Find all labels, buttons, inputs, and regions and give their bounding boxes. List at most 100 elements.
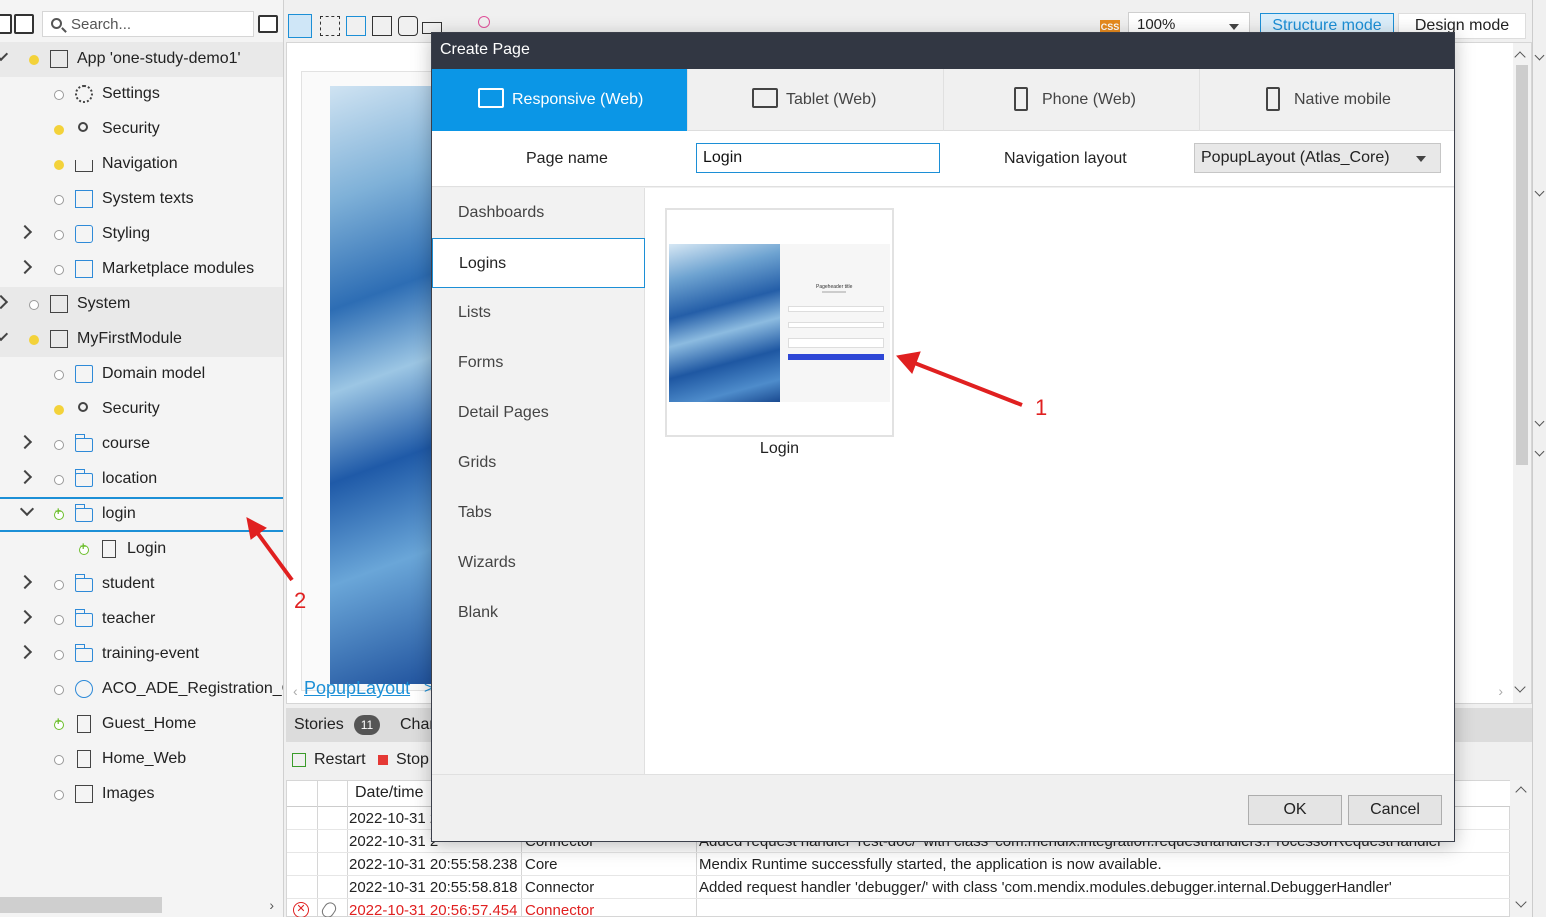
template-card-login[interactable]: Pageheader title — [665, 208, 894, 437]
thumbnail-subtitle-line — [822, 291, 846, 293]
category-detail-pages[interactable]: Detail Pages — [432, 388, 645, 438]
category-logins[interactable]: Logins — [432, 238, 645, 288]
chevron-right-icon[interactable] — [17, 434, 33, 450]
chevron-right-icon[interactable] — [17, 224, 33, 240]
data-view-icon[interactable] — [372, 16, 392, 36]
tree-item-student[interactable]: student — [0, 567, 283, 602]
stop-button[interactable]: Stop — [378, 751, 429, 769]
building-blocks-icon[interactable] — [478, 16, 490, 28]
log-row-error[interactable]: ✕ 2022-10-31 20:56:57.454 Connector — [287, 899, 1511, 917]
page-settings-row: Page name Navigation layout PopupLayout … — [432, 131, 1454, 187]
chevron-down-icon[interactable] — [1534, 50, 1545, 61]
layout-grid-icon[interactable] — [346, 16, 366, 36]
chevron-down-icon[interactable] — [1515, 896, 1527, 908]
search-box[interactable] — [42, 11, 254, 37]
tree-item-home-web[interactable]: Home_Web — [0, 742, 283, 777]
workflow-icon — [75, 680, 93, 698]
cancel-button[interactable]: Cancel — [1348, 795, 1442, 825]
tree-item-login[interactable]: login — [0, 497, 283, 532]
tab-stories[interactable]: Stories — [294, 716, 344, 734]
tree-item-location[interactable]: location — [0, 462, 283, 497]
styling-icon — [75, 225, 93, 243]
expand-icon[interactable] — [14, 14, 34, 34]
category-blank[interactable]: Blank — [432, 588, 645, 638]
chevron-down-icon[interactable] — [1534, 186, 1545, 197]
select-area-icon[interactable] — [320, 16, 340, 36]
tree-item-system-texts[interactable]: System texts — [0, 182, 283, 217]
tree-item-security[interactable]: Security — [0, 112, 283, 147]
log-vertical-scrollbar[interactable] — [1510, 780, 1532, 917]
tree-item-domain-model[interactable]: Domain model — [0, 357, 283, 392]
tree-item-course[interactable]: course — [0, 427, 283, 462]
tree-item-teacher[interactable]: teacher — [0, 602, 283, 637]
pointer-tool-icon[interactable] — [288, 14, 312, 38]
page-name-input[interactable] — [696, 143, 940, 173]
status-dot — [29, 335, 39, 345]
scroll-right-icon[interactable]: › — [1498, 683, 1503, 699]
collapse-icon[interactable] — [0, 14, 12, 34]
restart-button[interactable]: Restart — [292, 751, 366, 769]
category-tabs[interactable]: Tabs — [432, 488, 645, 538]
tree-item-guest-home[interactable]: Guest_Home — [0, 707, 283, 742]
explorer-horizontal-scrollbar[interactable]: › — [0, 893, 283, 917]
tree-item-myfirstmodule[interactable]: MyFirstModule — [0, 322, 283, 357]
chevron-down-icon[interactable] — [1514, 681, 1526, 693]
right-side-panel-strip[interactable] — [1532, 0, 1546, 917]
tab-native-mobile[interactable]: Native mobile — [1200, 69, 1454, 131]
search-input[interactable] — [71, 14, 246, 34]
editor-vertical-scrollbar[interactable] — [1513, 43, 1531, 703]
navigation-layout-select[interactable]: PopupLayout (Atlas_Core) — [1194, 143, 1441, 173]
scroll-right-icon[interactable]: › — [269, 897, 274, 913]
tree-item-styling[interactable]: Styling — [0, 217, 283, 252]
tree-item-training-event[interactable]: training-event — [0, 637, 283, 672]
filter-icon[interactable] — [258, 15, 278, 33]
tree-item-navigation[interactable]: Navigation — [0, 147, 283, 182]
chevron-right-icon[interactable] — [17, 609, 33, 625]
container-icon[interactable] — [398, 16, 418, 36]
tree-item-settings[interactable]: Settings — [0, 77, 283, 112]
chevron-down-icon[interactable] — [0, 46, 9, 62]
tree-item-label: Images — [102, 785, 155, 802]
chevron-down-icon[interactable] — [0, 326, 9, 342]
category-forms[interactable]: Forms — [432, 338, 645, 388]
chevron-right-icon[interactable] — [17, 469, 33, 485]
scrollbar-thumb[interactable] — [1516, 65, 1528, 465]
tree-item-marketplace-modules[interactable]: Marketplace modules — [0, 252, 283, 287]
tab-responsive-web[interactable]: Responsive (Web) — [432, 69, 688, 131]
tab-tablet-web[interactable]: Tablet (Web) — [688, 69, 944, 131]
scroll-left-icon[interactable]: ‹ — [293, 683, 298, 699]
category-dashboards[interactable]: Dashboards — [432, 188, 645, 238]
category-grids[interactable]: Grids — [432, 438, 645, 488]
log-row[interactable]: 2022-10-31 20:55:58.238 Core Mendix Runt… — [287, 853, 1511, 876]
tree-item-system[interactable]: System — [0, 287, 283, 322]
key-icon — [78, 402, 88, 412]
tree-item-login-page[interactable]: Login — [0, 532, 283, 567]
tree-item-app[interactable]: App 'one-study-demo1' — [0, 42, 283, 77]
tab-changes[interactable]: Char — [400, 716, 435, 734]
chevron-right-icon[interactable] — [17, 644, 33, 660]
ok-button[interactable]: OK — [1248, 795, 1342, 825]
column-header-datetime[interactable]: Date/time — [355, 784, 423, 802]
chevron-right-icon[interactable] — [17, 259, 33, 275]
chevron-right-icon[interactable] — [17, 574, 33, 590]
log-message: Added request handler 'debugger/' with c… — [699, 879, 1392, 896]
thumbnail-field — [788, 306, 884, 312]
chevron-up-icon[interactable] — [1514, 51, 1526, 63]
log-datetime: 2022-10-31 20:56:57.454 — [349, 902, 518, 917]
tab-phone-web[interactable]: Phone (Web) — [944, 69, 1200, 131]
chevron-right-icon[interactable] — [0, 294, 9, 310]
category-lists[interactable]: Lists — [432, 288, 645, 338]
page-icon — [77, 715, 91, 733]
status-dot — [54, 160, 64, 170]
tree-item-images[interactable]: Images — [0, 777, 283, 812]
category-wizards[interactable]: Wizards — [432, 538, 645, 588]
scrollbar-thumb[interactable] — [0, 897, 162, 913]
chevron-up-icon[interactable] — [1515, 786, 1527, 798]
chevron-down-icon[interactable] — [1534, 446, 1545, 457]
chevron-down-icon[interactable] — [1534, 416, 1545, 427]
breadcrumb-layout-link[interactable]: PopupLayout — [304, 678, 410, 699]
chevron-down-icon[interactable] — [19, 501, 35, 517]
log-row[interactable]: 2022-10-31 20:55:58.818 Connector Added … — [287, 876, 1511, 899]
tree-item-module-security[interactable]: Security — [0, 392, 283, 427]
tree-item-aco-ade-registration[interactable]: ACO_ADE_Registration_C — [0, 672, 283, 707]
